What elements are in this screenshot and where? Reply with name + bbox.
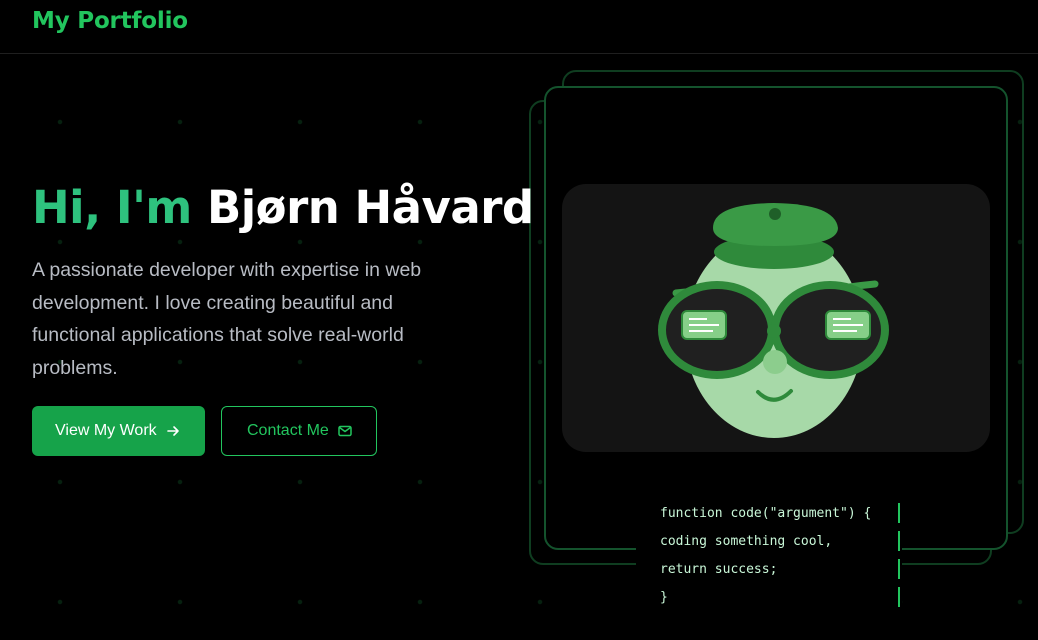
code-snippet-panel: function code("argument") { coding somet… [636, 496, 902, 618]
code-cursor-bar [898, 503, 900, 608]
code-line-3: return success; [660, 562, 778, 577]
hero-name: Bjørn Håvard [206, 181, 534, 234]
avatar-card [562, 184, 990, 452]
hero-intro: Hi, I'm Bjørn Håvard A passionate develo… [32, 178, 534, 456]
code-line-4: } [660, 590, 668, 605]
code-line-2: coding something cool, [660, 534, 833, 549]
mail-icon [337, 423, 353, 439]
brand-logo-link[interactable]: My Portfolio [32, 8, 188, 34]
contact-me-button[interactable]: Contact Me [221, 406, 377, 456]
view-my-work-label: View My Work [55, 422, 157, 439]
hero-title: Hi, I'm Bjørn Håvard [32, 178, 534, 238]
developer-avatar-illustration [658, 203, 889, 438]
contact-me-label: Contact Me [247, 422, 329, 439]
arrow-right-icon [165, 423, 181, 439]
code-line-1: function code("argument") { [660, 506, 872, 521]
hero-description: A passionate developer with expertise in… [32, 259, 422, 379]
hero-greeting: Hi, I'm [32, 181, 192, 234]
hero-actions: View My Work Contact Me [32, 406, 377, 456]
hero-artwork: function code("argument") { coding somet… [526, 68, 1026, 628]
view-my-work-button[interactable]: View My Work [32, 406, 205, 456]
site-header: My Portfolio [0, 0, 1038, 54]
